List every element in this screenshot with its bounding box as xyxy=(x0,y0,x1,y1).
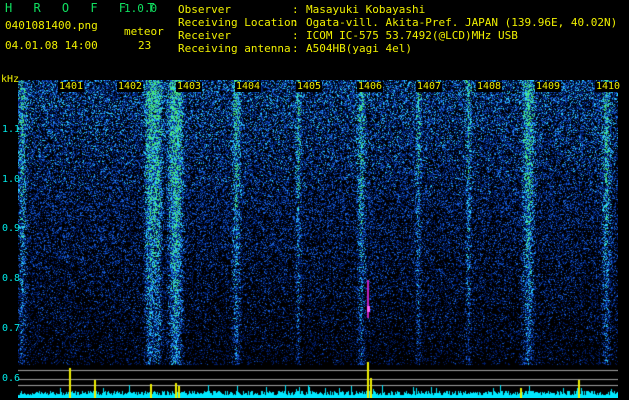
info-key: Receiving antenna xyxy=(178,42,291,55)
meteor-label: meteor xyxy=(124,25,164,38)
info-row-antenna: Receiving antenna: A504HB(yagi 4el) xyxy=(178,43,412,55)
info-row-receiver: Receiver: ICOM IC-575 53.7492(@LCD)MHz US… xyxy=(178,30,518,42)
y-tick-label: 0.7 xyxy=(2,323,21,334)
info-value: ICOM IC-575 53.7492(@LCD)MHz USB xyxy=(306,29,518,42)
x-tick-label: 1405 xyxy=(296,81,323,92)
info-row-observer: Observer: Masayuki Kobayashi xyxy=(178,4,425,16)
x-tick-label: 1404 xyxy=(235,81,262,92)
x-tick-label: 1402 xyxy=(117,81,144,92)
info-value: Masayuki Kobayashi xyxy=(306,3,426,16)
y-axis-unit: kHz xyxy=(1,74,20,85)
x-tick-label: 1407 xyxy=(416,81,443,92)
app-version: 1.0.0 xyxy=(124,2,158,15)
meteor-count: 23 xyxy=(138,39,152,52)
date-time: 04.01.08 14:00 xyxy=(5,39,98,52)
file-name: 0401081400.png xyxy=(5,19,98,32)
info-key: Receiver xyxy=(178,29,231,42)
x-tick-label: 1403 xyxy=(176,81,203,92)
info-row-location: Receiving Location: Ogata-vill. Akita-Pre… xyxy=(178,17,617,29)
y-tick-label: 1.1 xyxy=(2,124,21,135)
info-colon: : xyxy=(292,42,299,55)
info-value: A504HB(yagi 4el) xyxy=(306,42,412,55)
info-key: Observer xyxy=(178,3,231,16)
info-value: Ogata-vill. Akita-Pref. JAPAN (139.96E, … xyxy=(306,16,618,29)
y-tick-label: 0.9 xyxy=(2,223,21,234)
spectrogram-canvas xyxy=(18,80,618,398)
x-tick-label: 1401 xyxy=(58,81,85,92)
x-tick-label: 1409 xyxy=(535,81,562,92)
y-tick-label: 0.8 xyxy=(2,273,21,284)
y-tick-label: 1.0 xyxy=(2,174,21,185)
info-colon: : xyxy=(292,29,299,42)
x-tick-label: 1408 xyxy=(476,81,503,92)
x-tick-label: 1406 xyxy=(357,81,384,92)
info-key: Receiving Location xyxy=(178,16,298,29)
info-colon: : xyxy=(292,3,299,16)
y-tick-label: 0.6 xyxy=(2,373,21,384)
hrofft-spectrogram-window: H R O F F T 1.0.0 0401081400.png meteor … xyxy=(0,0,629,400)
x-tick-label: 1410 xyxy=(595,81,622,92)
info-colon: : xyxy=(292,16,299,29)
